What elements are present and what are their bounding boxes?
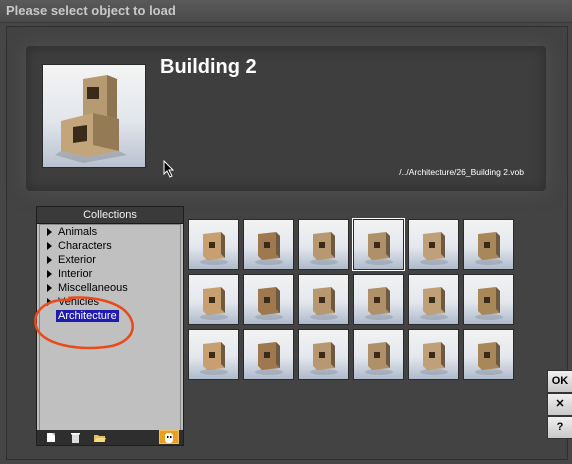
expand-arrow-icon[interactable] [47,242,52,250]
close-button[interactable]: ✕ [547,393,572,416]
expand-arrow-icon[interactable] [47,284,52,292]
collection-item-interior[interactable]: Interior [40,267,180,281]
object-thumbnail-grid [188,218,516,381]
object-thumbnail[interactable] [408,274,459,325]
object-thumbnail[interactable] [353,274,404,325]
object-thumbnail[interactable] [188,219,239,270]
collection-item-label: Interior [58,268,93,280]
object-thumbnail[interactable] [243,274,294,325]
object-preview-image [42,64,146,168]
object-thumbnail[interactable] [408,329,459,380]
collections-header: Collections [37,207,183,224]
object-thumbnail[interactable] [243,219,294,270]
object-thumbnail[interactable] [408,219,459,270]
object-thumbnail[interactable] [243,329,294,380]
collection-item-label: Exterior [58,254,96,266]
open-folder-icon[interactable] [93,431,106,444]
collection-item-label: Characters [58,240,112,252]
collections-toolbar [37,430,183,445]
help-button[interactable]: ? [547,416,572,439]
new-icon[interactable] [45,431,58,444]
ok-button[interactable]: OK [547,370,572,393]
object-name: Building 2 [160,56,257,78]
collection-item-label: Animals [58,226,98,238]
expand-arrow-icon[interactable] [47,270,52,278]
object-thumbnail[interactable] [463,329,514,380]
expand-arrow-icon[interactable] [47,256,52,264]
collection-item-animals[interactable]: Animals [40,225,180,239]
object-thumbnail[interactable] [352,218,405,271]
object-thumbnail[interactable] [298,274,349,325]
expand-arrow-icon[interactable] [47,228,52,236]
object-thumbnail[interactable] [188,274,239,325]
collection-item-exterior[interactable]: Exterior [40,253,180,267]
window-title: Please select object to load [6,3,176,18]
object-path: /../Architecture/26_Building 2.vob [399,167,524,177]
red-annotation-circle [34,296,134,350]
object-thumbnail[interactable] [188,329,239,380]
collection-item-characters[interactable]: Characters [40,239,180,253]
object-thumbnail[interactable] [463,274,514,325]
object-thumbnail[interactable] [298,329,349,380]
ghost-icon[interactable] [159,430,179,444]
object-thumbnail[interactable] [463,219,514,270]
object-thumbnail[interactable] [298,219,349,270]
trash-icon[interactable] [69,431,82,444]
title-bar: Please select object to load [0,0,572,23]
object-thumbnail[interactable] [353,329,404,380]
mouse-cursor-icon [163,159,175,183]
